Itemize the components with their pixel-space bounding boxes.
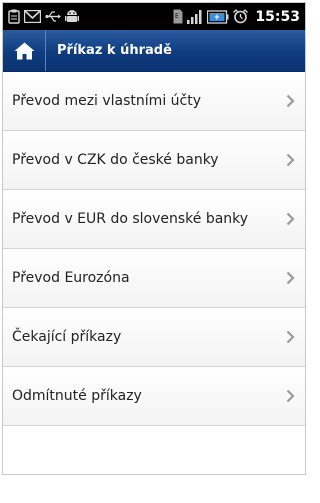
phone-screen: E 15:53 Příkaz k úhradě Převod mezi vlas… (2, 2, 306, 475)
chevron-right-icon (286, 212, 295, 226)
status-bar: E 15:53 (3, 3, 305, 30)
svg-text:E: E (175, 13, 179, 20)
page-title: Příkaz k úhradě (57, 43, 172, 58)
menu-list: Převod mezi vlastními účty Převod v CZK … (3, 72, 305, 426)
menu-item-label: Převod v EUR do slovenské banky (12, 211, 249, 227)
app-header: Příkaz k úhradě (3, 30, 305, 72)
chevron-right-icon (286, 330, 295, 344)
menu-item-own-accounts[interactable]: Převod mezi vlastními účty (3, 72, 305, 131)
chevron-right-icon (286, 94, 295, 108)
battery-icon (207, 9, 229, 24)
sim-icon: E (173, 9, 183, 24)
chevron-right-icon (286, 389, 295, 403)
home-button[interactable] (3, 30, 46, 71)
menu-item-eur-transfer[interactable]: Převod v EUR do slovenské banky (3, 190, 305, 249)
menu-item-eurozone[interactable]: Převod Eurozóna (3, 249, 305, 308)
gmail-icon (24, 10, 41, 23)
menu-item-label: Převod mezi vlastními účty (12, 93, 202, 109)
menu-item-czk-transfer[interactable]: Převod v CZK do české banky (3, 131, 305, 190)
menu-item-label: Odmítnuté příkazy (12, 388, 142, 404)
home-icon (14, 42, 35, 60)
signal-icon (187, 9, 203, 24)
clipboard-icon (8, 9, 20, 24)
menu-item-label: Převod Eurozóna (12, 270, 130, 286)
usb-icon (45, 10, 61, 23)
menu-item-label: Čekající příkazy (12, 329, 122, 345)
menu-item-rejected-orders[interactable]: Odmítnuté příkazy (3, 367, 305, 426)
menu-item-label: Převod v CZK do české banky (12, 152, 219, 168)
chevron-right-icon (286, 153, 295, 167)
clock: 15:53 (255, 8, 300, 25)
android-icon (65, 9, 79, 24)
chevron-right-icon (286, 271, 295, 285)
alarm-icon (233, 9, 249, 24)
menu-item-pending-orders[interactable]: Čekající příkazy (3, 308, 305, 367)
